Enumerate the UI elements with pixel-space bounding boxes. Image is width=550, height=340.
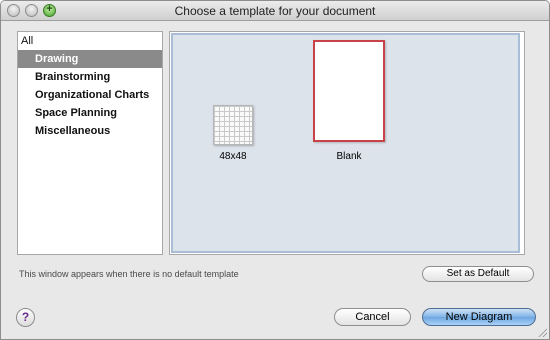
category-item-drawing[interactable]: Drawing [18, 50, 162, 68]
template-label-48x48: 48x48 [219, 151, 247, 162]
window-title: Choose a template for your document [174, 4, 376, 18]
category-list: All Drawing Brainstorming Organizational… [17, 31, 163, 255]
category-item-all[interactable]: All [18, 32, 162, 50]
gallery-scrollbar[interactable] [520, 32, 524, 254]
title-bar: Choose a template for your document [1, 1, 549, 21]
category-item-brainstorming[interactable]: Brainstorming [18, 68, 162, 86]
category-item-miscellaneous[interactable]: Miscellaneous [18, 122, 162, 140]
cancel-button[interactable]: Cancel [334, 308, 411, 326]
template-chooser-window: Choose a template for your document All … [0, 0, 550, 340]
template-gallery-area[interactable]: 48x48 Blank [171, 33, 520, 253]
category-item-organizational-charts[interactable]: Organizational Charts [18, 86, 162, 104]
template-label-blank: Blank [336, 151, 362, 162]
set-as-default-button[interactable]: Set as Default [422, 266, 534, 282]
category-item-space-planning[interactable]: Space Planning [18, 104, 162, 122]
help-icon[interactable]: ? [16, 308, 35, 327]
default-template-hint: This window appears when there is no def… [19, 269, 239, 279]
blank-page-icon[interactable] [313, 40, 385, 142]
new-diagram-button[interactable]: New Diagram [422, 308, 536, 326]
grid-template-icon[interactable] [213, 105, 253, 145]
template-gallery: 48x48 Blank [169, 31, 525, 255]
resize-grip-icon[interactable] [537, 327, 547, 337]
